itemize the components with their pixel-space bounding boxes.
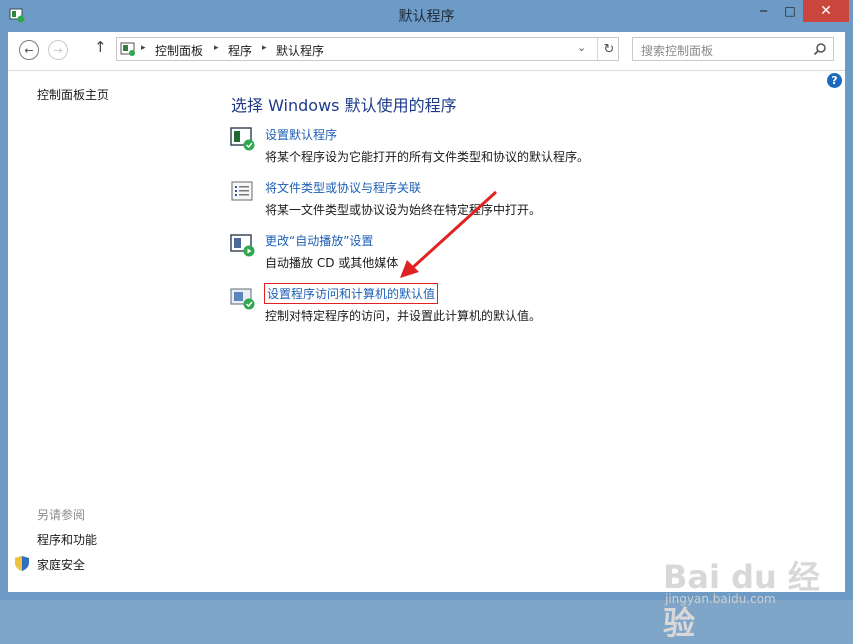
close-button[interactable]: ✕ [803, 0, 849, 22]
maximize-button[interactable]: □ [777, 0, 803, 22]
window-title: 默认程序 [398, 9, 455, 25]
watermark-url: jingyan.baidu.com [665, 592, 776, 606]
title-bar: 默认程序 ─ □ ✕ [0, 0, 853, 32]
watermark: Bai du 经验 jingyan.baidu.com [663, 552, 823, 642]
minimize-button[interactable]: ─ [750, 0, 777, 22]
red-annotation-arrow [400, 190, 498, 278]
window: 默认程序 ─ □ ✕ ← → ↑ ▸ 控制面板 ▸ 程序 ▸ 默认程序 ⌄ ↻ … [0, 0, 853, 642]
window-content: ← → ↑ ▸ 控制面板 ▸ 程序 ▸ 默认程序 ⌄ ↻ 搜索控制面板 ? 控制… [8, 32, 845, 642]
